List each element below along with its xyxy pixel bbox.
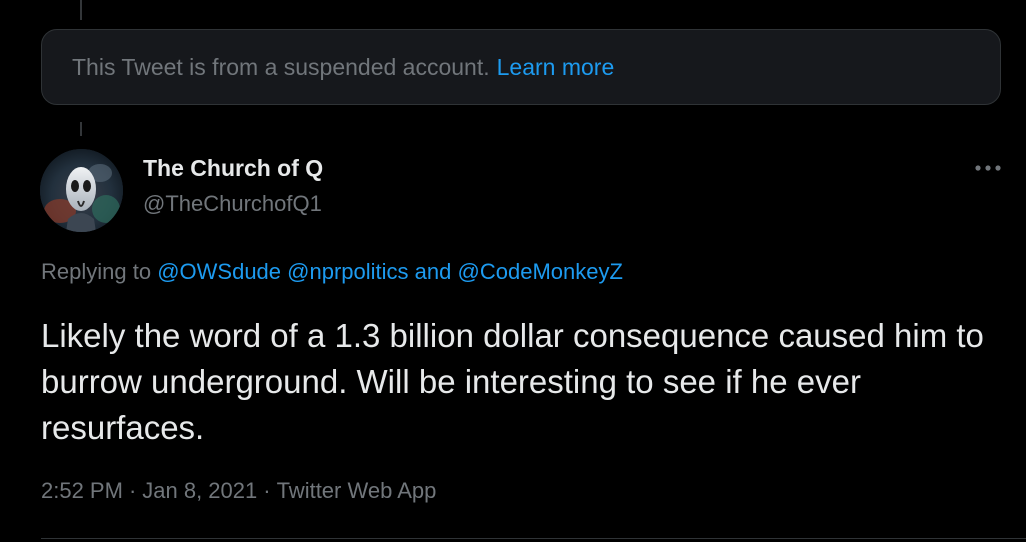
- tweet-body-text: Likely the word of a 1.3 billion dollar …: [41, 317, 984, 446]
- author-handle[interactable]: @TheChurchofQ1: [143, 191, 322, 217]
- more-horizontal-icon: [975, 165, 1001, 171]
- replying-to-label: Replying to: [41, 259, 152, 284]
- mention-link[interactable]: @OWSdude: [157, 259, 281, 284]
- replying-to-line: Replying to @OWSdude @nprpolitics and @C…: [41, 259, 623, 285]
- tweet-source[interactable]: Twitter Web App: [277, 478, 437, 503]
- mention-conjunction[interactable]: and: [415, 259, 452, 284]
- meta-separator: ·: [263, 478, 271, 503]
- mention-link[interactable]: @CodeMonkeyZ: [458, 259, 623, 284]
- tweet-date[interactable]: Jan 8, 2021: [142, 478, 257, 503]
- divider: [41, 538, 1026, 539]
- meta-separator: ·: [128, 478, 137, 503]
- author-display-name[interactable]: The Church of Q: [143, 155, 323, 182]
- thread-connector-line: [80, 122, 82, 136]
- learn-more-link[interactable]: Learn more: [497, 54, 615, 81]
- thread-connector-line: [80, 0, 82, 20]
- avatar-image-icon: [40, 149, 123, 232]
- mention-link[interactable]: @nprpolitics: [287, 259, 408, 284]
- tweet-metadata: 2:52 PM · Jan 8, 2021 · Twitter Web App: [41, 478, 436, 504]
- tweet-time[interactable]: 2:52 PM: [41, 478, 123, 503]
- suspended-notice-text: This Tweet is from a suspended account.: [72, 53, 490, 80]
- suspended-tweet-notice: This Tweet is from a suspended account. …: [41, 29, 1001, 105]
- profile-avatar[interactable]: [40, 149, 123, 232]
- more-options-button[interactable]: [968, 156, 1008, 180]
